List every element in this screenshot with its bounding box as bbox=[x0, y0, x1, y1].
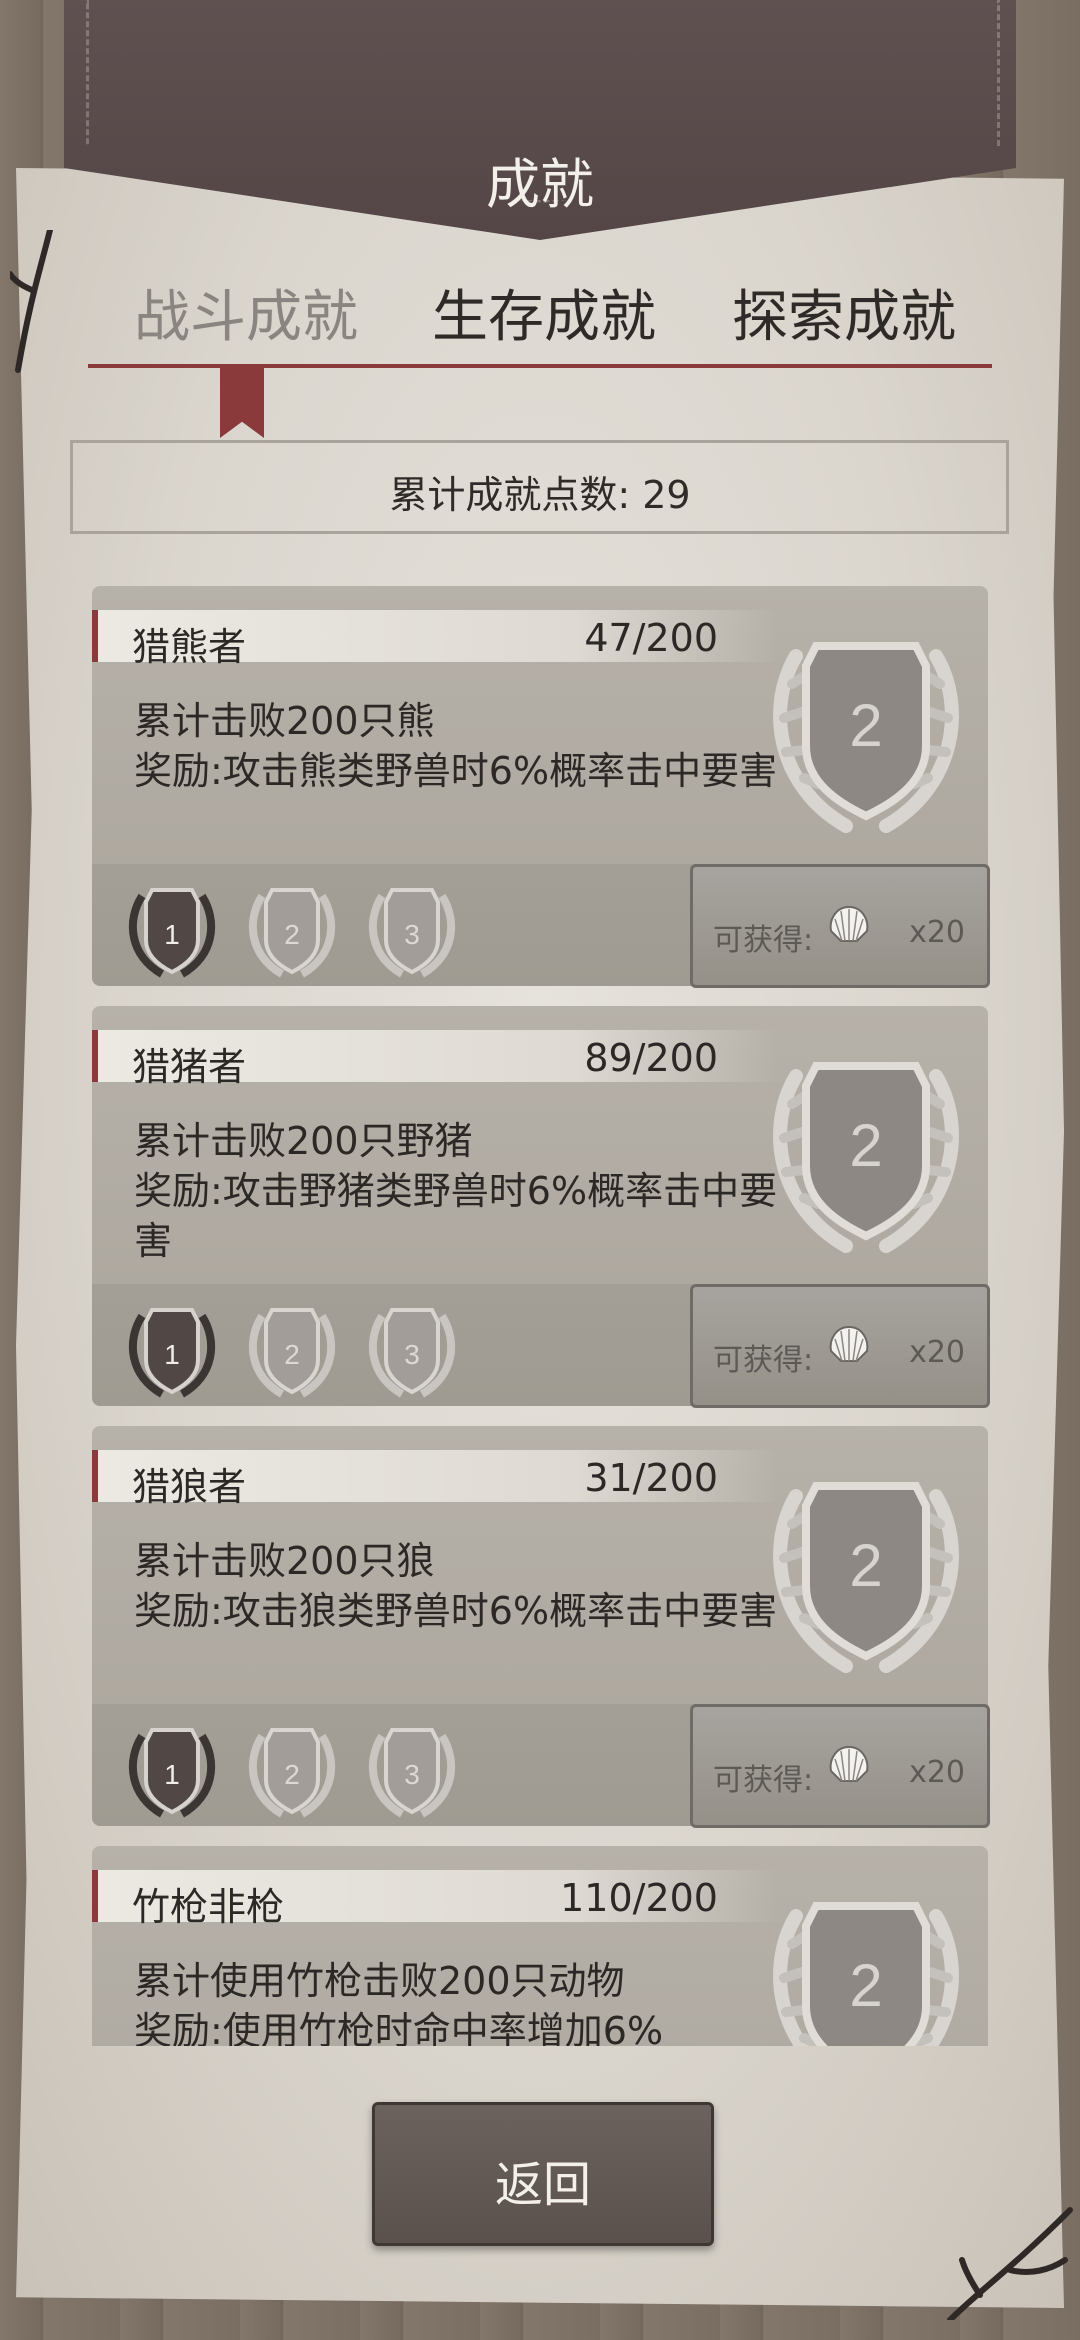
tier-label: 2 bbox=[284, 1759, 300, 1790]
achievement-name: 猎熊者 bbox=[132, 625, 247, 669]
achievement-name: 竹枪非枪 bbox=[132, 1885, 285, 1929]
shell-icon bbox=[829, 905, 869, 942]
achievement-progress: 47/200 bbox=[584, 616, 718, 660]
achievement-name: 猎狼者 bbox=[132, 1465, 247, 1509]
laurel-shield-icon: 2 bbox=[773, 1902, 959, 2046]
back-button-label: 返回 bbox=[494, 2157, 591, 2213]
tier-label: 1 bbox=[164, 1759, 180, 1790]
tier-label: 3 bbox=[404, 1339, 420, 1370]
claim-label: 可获得: bbox=[713, 1763, 814, 1798]
back-button[interactable]: 返回 bbox=[372, 2102, 714, 2246]
laurel-shield-icon: 2 bbox=[773, 1062, 959, 1253]
tab-exploration[interactable]: 探索成就 bbox=[732, 272, 956, 353]
badge-level: 2 bbox=[849, 1112, 882, 1179]
claim-amount: x20 bbox=[909, 915, 965, 950]
reward-description: 奖励:攻击熊类野兽时6%概率击中要害 bbox=[134, 749, 778, 793]
badge-level: 2 bbox=[849, 1532, 882, 1599]
tier-badge-1: 1 bbox=[128, 888, 216, 978]
twig-decoration-right bbox=[947, 2207, 1073, 2320]
twig-decoration-left bbox=[10, 230, 53, 373]
achievement-description: 累计击败200只熊 奖励:攻击熊类野兽时6%概率击中要害 bbox=[134, 696, 794, 796]
claim-label: 可获得: bbox=[713, 1343, 814, 1378]
laurel-shield-icon: 2 bbox=[773, 642, 959, 833]
description-line: 累计击败200只熊 bbox=[134, 699, 435, 743]
tier-badge-3: 3 bbox=[368, 1308, 456, 1398]
tab-survival[interactable]: 生存成就 bbox=[432, 272, 656, 353]
shell-icon bbox=[829, 1325, 869, 1362]
badge-level: 2 bbox=[849, 1952, 882, 2019]
description-line: 累计击败200只狼 bbox=[134, 1539, 435, 1583]
achievement-description: 累计使用竹枪击败200只动物 奖励:使用竹枪时命中率增加6% bbox=[134, 1956, 794, 2046]
achievement-description: 累计击败200只狼 奖励:攻击狼类野兽时6%概率击中要害 bbox=[134, 1536, 794, 1636]
reward-description: 奖励:攻击狼类野兽时6%概率击中要害 bbox=[134, 1589, 778, 1633]
reward-description: 奖励:使用竹枪时命中率增加6% bbox=[134, 2009, 664, 2046]
claim-reward-button[interactable]: 可获得: x20 bbox=[690, 864, 990, 988]
tier-badge-1: 1 bbox=[128, 1308, 216, 1398]
claim-amount: x20 bbox=[909, 1755, 965, 1790]
achievement-card: 竹枪非枪 110/200 累计使用竹枪击败200只动物 奖励:使用竹枪时命中率增… bbox=[92, 1846, 988, 2046]
achievement-card: 猎猪者 89/200 累计击败200只野猪 奖励:攻击野猪类野兽时6%概率击中要… bbox=[92, 1006, 990, 1408]
tier-badge-1: 1 bbox=[128, 1728, 216, 1818]
tier-label: 1 bbox=[164, 1339, 180, 1370]
claim-amount: x20 bbox=[909, 1335, 965, 1370]
claim-reward-button[interactable]: 可获得: x20 bbox=[690, 1284, 990, 1408]
tier-badge-2: 2 bbox=[248, 1728, 336, 1818]
page-title: 成就 bbox=[486, 153, 594, 216]
tier-label: 1 bbox=[164, 919, 180, 950]
tab-combat[interactable]: 战斗成就 bbox=[134, 272, 358, 353]
laurel-shield-icon: 2 bbox=[773, 1482, 959, 1673]
description-line: 累计击败200只野猪 bbox=[134, 1119, 473, 1163]
tier-label: 3 bbox=[404, 919, 420, 950]
achievement-progress: 110/200 bbox=[560, 1876, 718, 1920]
description-line: 累计使用竹枪击败200只动物 bbox=[134, 1959, 625, 2003]
achievement-name: 猎猪者 bbox=[132, 1045, 247, 1089]
achievement-points: 累计成就点数: 29 bbox=[389, 473, 691, 517]
tier-badge-3: 3 bbox=[368, 888, 456, 978]
achievement-description: 累计击败200只野猪 奖励:攻击野猪类野兽时6%概率击中要害 bbox=[134, 1116, 794, 1266]
tier-label: 3 bbox=[404, 1759, 420, 1790]
tier-badge-2: 2 bbox=[248, 1308, 336, 1398]
tier-badge-2: 2 bbox=[248, 888, 336, 978]
reward-description: 奖励:攻击野猪类野兽时6%概率击中要害 bbox=[134, 1169, 778, 1263]
claim-reward-button[interactable]: 可获得: x20 bbox=[690, 1704, 990, 1828]
shell-icon bbox=[829, 1745, 869, 1782]
claim-label: 可获得: bbox=[713, 923, 814, 958]
tier-label: 2 bbox=[284, 1339, 300, 1370]
achievement-card: 猎狼者 31/200 累计击败200只狼 奖励:攻击狼类野兽时6%概率击中要害 … bbox=[92, 1426, 990, 1828]
achievement-list[interactable]: 猎熊者 47/200 累计击败200只熊 奖励:攻击熊类野兽时6%概率击中要害 … bbox=[0, 580, 1080, 2046]
tier-label: 2 bbox=[284, 919, 300, 950]
achievement-progress: 89/200 bbox=[584, 1036, 718, 1080]
badge-level: 2 bbox=[849, 692, 882, 759]
tier-badge-3: 3 bbox=[368, 1728, 456, 1818]
achievement-card: 猎熊者 47/200 累计击败200只熊 奖励:攻击熊类野兽时6%概率击中要害 … bbox=[92, 586, 990, 988]
achievement-progress: 31/200 bbox=[584, 1456, 718, 1500]
